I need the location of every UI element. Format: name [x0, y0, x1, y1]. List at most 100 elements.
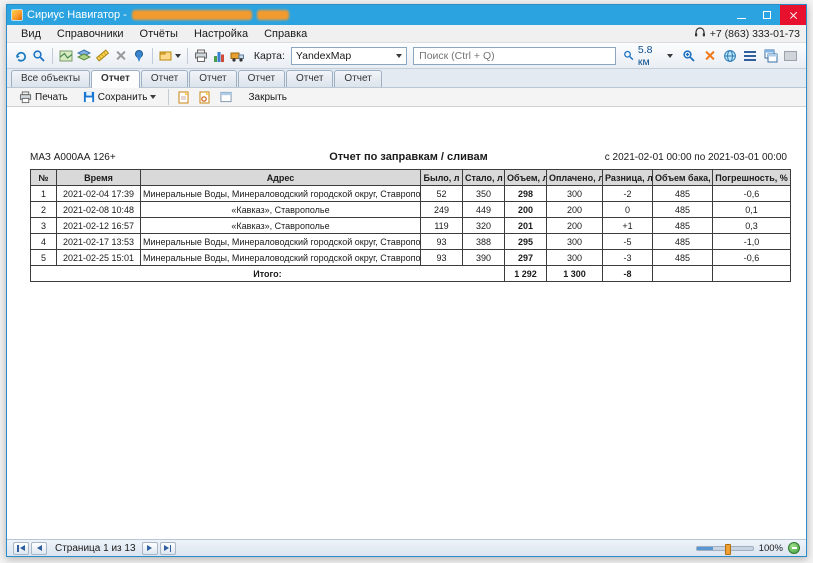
table-row: 22021-02-08 10:48«Кавказ», Ставрополье24… — [31, 202, 791, 218]
column-header-2: Адрес — [141, 170, 421, 186]
main-toolbar: Карта: YandexMap 5.8 км — [7, 43, 806, 69]
table-cell: -0,6 — [713, 250, 791, 266]
first-page-button[interactable] — [13, 542, 29, 555]
column-header-5: Объем, л — [505, 170, 547, 186]
chart-icon[interactable] — [211, 46, 227, 66]
refresh-icon[interactable] — [13, 46, 29, 66]
panel-icon — [220, 91, 232, 103]
column-header-8: Объем бака, л — [653, 170, 713, 186]
layers-icon[interactable] — [76, 46, 92, 66]
save-button[interactable]: Сохранить — [77, 89, 163, 105]
close-report-button[interactable]: Закрыть — [242, 90, 293, 105]
table-cell: -2 — [603, 186, 653, 202]
toolbar-separator — [52, 48, 53, 64]
report-title: Отчет по заправкам / сливам — [250, 151, 567, 163]
page-preview-button[interactable] — [175, 89, 193, 106]
panel-toggle-button[interactable] — [217, 89, 235, 105]
totals-volume: 1 292 — [505, 266, 547, 282]
last-page-button[interactable] — [160, 542, 176, 555]
clear-route-icon[interactable] — [113, 46, 129, 66]
app-window: Сириус Навигатор - ВидСправочникиОтчётыН… — [6, 4, 807, 557]
support-phone: +7 (863) 333-01-73 — [710, 28, 800, 40]
truck-icon[interactable] — [229, 46, 246, 66]
table-row: 32021-02-12 16:57«Кавказ», Ставрополье11… — [31, 218, 791, 234]
report-table: №ВремяАдресБыло, лСтало, лОбъем, лОплаче… — [30, 169, 791, 282]
report-header: МАЗ А000АА 126+ Отчет по заправкам / сли… — [30, 151, 787, 163]
next-page-button[interactable] — [142, 542, 158, 555]
close-report-label: Закрыть — [248, 92, 287, 103]
column-header-0: № — [31, 170, 57, 186]
zoom-in-icon[interactable] — [680, 46, 698, 66]
tab-0[interactable]: Все объекты — [11, 70, 90, 87]
save-icon — [83, 91, 95, 103]
table-cell: Минеральные Воды, Минераловодский городс… — [141, 186, 421, 202]
tab-2[interactable]: Отчет — [141, 70, 188, 87]
menu-bar-right: +7 (863) 333-01-73 — [694, 26, 800, 41]
map-icon[interactable] — [58, 46, 74, 66]
table-cell: 201 — [505, 218, 547, 234]
table-cell: 52 — [421, 186, 463, 202]
map-scale-control[interactable]: 5.8 км — [618, 42, 677, 70]
title-bar: Сириус Навигатор - — [7, 5, 806, 25]
report-toolbar: Печать Сохранить Закрыть — [7, 88, 806, 107]
search-input[interactable] — [413, 47, 616, 65]
table-cell: 2 — [31, 202, 57, 218]
table-cell: 485 — [653, 218, 713, 234]
table-cell: 93 — [421, 234, 463, 250]
table-body: 12021-02-04 17:39Минеральные Воды, Минер… — [31, 186, 791, 266]
table-cell: «Кавказ», Ставрополье — [141, 218, 421, 234]
tab-6[interactable]: Отчет — [334, 70, 381, 87]
menu-item-1[interactable]: Справочники — [49, 25, 132, 42]
table-cell: 300 — [547, 186, 603, 202]
menu-item-4[interactable]: Справка — [256, 25, 315, 42]
menu-item-2[interactable]: Отчёты — [132, 25, 186, 42]
totals-empty-cell — [713, 266, 791, 282]
close-button[interactable] — [780, 5, 806, 25]
maximize-button[interactable] — [754, 5, 780, 25]
table-cell: 320 — [463, 218, 505, 234]
table-cell: 200 — [505, 202, 547, 218]
tab-3[interactable]: Отчет — [189, 70, 236, 87]
first-page-icon — [17, 545, 19, 552]
table-cell: 295 — [505, 234, 547, 250]
table-header-row: №ВремяАдресБыло, лСтало, лОбъем, лОплаче… — [31, 170, 791, 186]
table-row: 52021-02-25 15:01Минеральные Воды, Минер… — [31, 250, 791, 266]
table-cell: «Кавказ», Ставрополье — [141, 202, 421, 218]
layers-dropdown-icon[interactable] — [158, 46, 182, 66]
menu-item-0[interactable]: Вид — [13, 25, 49, 42]
zoom-reset-button[interactable] — [788, 542, 800, 554]
table-cell: 2021-02-12 16:57 — [57, 218, 141, 234]
minimize-button[interactable] — [728, 5, 754, 25]
zoom-slider[interactable] — [696, 546, 754, 551]
list-icon[interactable] — [741, 46, 759, 66]
page-zoom-button[interactable] — [196, 89, 214, 106]
table-cell: 300 — [547, 234, 603, 250]
column-header-6: Оплачено, л — [547, 170, 603, 186]
table-cell: 200 — [547, 218, 603, 234]
tab-1[interactable]: Отчет — [91, 70, 140, 88]
panels-icon[interactable] — [761, 46, 779, 66]
scale-value: 5.8 км — [638, 44, 664, 68]
scale-icon — [623, 49, 634, 62]
map-combo[interactable]: YandexMap — [291, 47, 407, 65]
search-map-icon[interactable] — [31, 46, 47, 66]
print-button-label: Печать — [35, 92, 68, 103]
prev-page-button[interactable] — [31, 542, 47, 555]
monitor-icon[interactable] — [782, 46, 800, 66]
status-bar-right: 100% — [696, 542, 800, 554]
globe-icon[interactable] — [721, 46, 739, 66]
marker-icon[interactable] — [131, 46, 147, 66]
print-button[interactable]: Печать — [13, 89, 74, 106]
asterisk-icon[interactable] — [700, 46, 718, 66]
ruler-icon[interactable] — [94, 46, 110, 66]
zoom-slider-handle[interactable] — [725, 544, 731, 555]
tab-5[interactable]: Отчет — [286, 70, 333, 87]
tab-4[interactable]: Отчет — [238, 70, 285, 87]
menu-item-3[interactable]: Настройка — [186, 25, 256, 42]
table-cell: 485 — [653, 186, 713, 202]
toolbar-right-group: 5.8 км — [618, 42, 800, 70]
chevron-down-icon — [150, 95, 156, 99]
printer-icon[interactable] — [193, 46, 209, 66]
chevron-down-icon — [396, 54, 402, 58]
table-cell: -1,0 — [713, 234, 791, 250]
